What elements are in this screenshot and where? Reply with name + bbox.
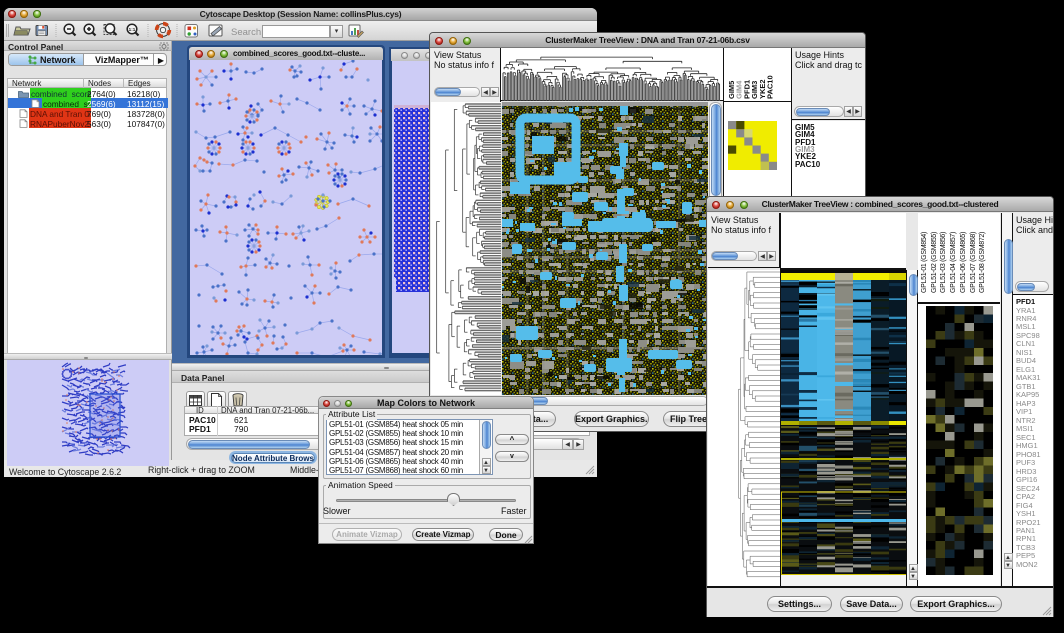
svg-text:PAC10: PAC10	[766, 75, 775, 99]
svg-text:1:1: 1:1	[129, 27, 136, 32]
